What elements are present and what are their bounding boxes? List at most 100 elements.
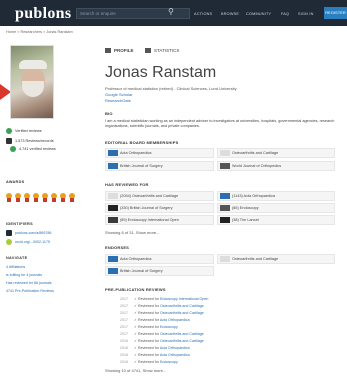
review-journal-link[interactable]: Osteoarthritis and Cartilage xyxy=(160,311,204,315)
review-journal-link[interactable]: Acta Orthopaedica xyxy=(160,318,190,322)
reviewed-heading: HAS REVIEWED FOR xyxy=(105,182,149,187)
google-scholar-link[interactable]: Google Scholar xyxy=(105,92,133,97)
journal-logo-icon xyxy=(108,256,118,262)
journal-logo-icon xyxy=(220,193,230,199)
journal-logo-icon xyxy=(220,163,230,169)
journal-logo-icon xyxy=(108,217,118,223)
nav-link-editing[interactable]: is editing for 4 journals xyxy=(6,273,42,277)
review-year: 2016 xyxy=(120,346,128,350)
prepub-heading: PRE-PUBLICATION REVIEWS xyxy=(105,287,166,292)
review-journal-link[interactable]: Acta Orthopaedica xyxy=(160,346,190,350)
reviewed-item[interactable]: (38) The Lancet xyxy=(217,215,335,225)
journal-logo-icon xyxy=(108,268,118,274)
researchgate-link[interactable]: ResearchGate xyxy=(105,98,131,103)
endorses-heading: ENDORSES xyxy=(105,245,130,250)
reviews-records: 1,573 Reviews/records xyxy=(15,139,54,143)
review-year: 2017 xyxy=(120,332,128,336)
journal-logo-icon xyxy=(108,205,118,211)
review-text: Reviewed for xyxy=(138,346,159,350)
affiliation-text: Professor of medical statistics (retired… xyxy=(105,86,237,91)
award-medal-icon xyxy=(69,193,75,202)
photo-hat xyxy=(19,60,47,69)
editorial-item[interactable]: Osteoarthritis and Cartilage xyxy=(217,148,335,158)
breadcrumb[interactable]: Home > Researchers > Jonas Ranstam xyxy=(6,30,73,34)
publons-id-icon xyxy=(6,230,12,236)
review-journal-link[interactable]: Endoscopy International Open xyxy=(160,297,208,301)
reviewed-item[interactable]: (89) Endoscopy International Open xyxy=(105,215,214,225)
journal-logo-icon xyxy=(220,256,230,262)
verified-review-count: 4,741 verified reviews xyxy=(19,147,56,151)
review-text: Reviewed for xyxy=(138,304,159,308)
statistics-tab-icon xyxy=(145,48,151,53)
review-journal-link[interactable]: Osteoarthritis and Cartilage xyxy=(160,339,204,343)
endorses-item[interactable]: Acta Orthopaedica xyxy=(105,254,214,264)
award-medal-icon xyxy=(51,193,57,202)
review-icon xyxy=(6,138,12,144)
nav-browse[interactable]: BROWSE xyxy=(221,12,239,16)
orcid-link[interactable]: orcid.org/...0002-1175 xyxy=(15,240,50,244)
prepub-review-item[interactable]: 2016 ✓ Reviewed for Endoscopy xyxy=(120,360,178,364)
review-year: 2017 xyxy=(120,304,128,308)
endorses-item[interactable]: Osteoarthritis and Cartilage xyxy=(217,254,335,264)
publons-logo[interactable]: publons xyxy=(15,5,71,23)
verified-icon xyxy=(6,128,12,134)
award-medal-icon xyxy=(42,193,48,202)
award-medal-icon xyxy=(33,193,39,202)
review-year: 2017 xyxy=(120,318,128,322)
nav-link-affiliations[interactable]: 4 Affiliations xyxy=(6,265,25,269)
nav-link-prepub[interactable]: 4741 Pre-Publication Reviews xyxy=(6,289,54,293)
nav-link-reviewed[interactable]: Has reviewed for 86 journals xyxy=(6,281,52,285)
review-year: 2017 xyxy=(120,297,128,301)
review-text: Reviewed for xyxy=(138,318,159,322)
publons-id-link[interactable]: publons.com/a/869786 xyxy=(15,231,51,235)
prepub-review-item[interactable]: 2016 ✓ Reviewed for Acta Orthopaedica xyxy=(120,346,190,350)
register-button[interactable]: REGISTER xyxy=(324,7,347,19)
editorial-heading: EDITORIAL BOARD MEMBERSHIPS xyxy=(105,140,179,145)
editorial-item[interactable]: British Journal of Surgery xyxy=(105,161,214,171)
prepub-review-item[interactable]: 2017 ✓ Reviewed for Endoscopy Internation… xyxy=(120,297,208,301)
review-text: Reviewed for xyxy=(138,339,159,343)
review-text: Reviewed for xyxy=(138,325,159,329)
review-year: 2017 xyxy=(120,311,128,315)
review-journal-link[interactable]: Osteoarthritis and Cartilage xyxy=(160,304,204,308)
verified-text: Verified reviews xyxy=(15,129,42,133)
review-text: Reviewed for xyxy=(138,332,159,336)
prepub-review-item[interactable]: 2017 ✓ Reviewed for Osteoarthritis and Ca… xyxy=(120,332,204,336)
prepub-review-item[interactable]: 2016 ✓ Reviewed for Osteoarthritis and Ca… xyxy=(120,339,204,343)
awards-heading: AWARDS xyxy=(6,180,25,184)
endorses-item[interactable]: British Journal of Surgery xyxy=(105,266,214,276)
review-year: 2016 xyxy=(120,353,128,357)
verified-review-icon xyxy=(10,146,16,152)
reviewed-show-more[interactable]: Showing 6 of 31, Show more... xyxy=(105,230,159,235)
profile-photo xyxy=(10,45,54,119)
prepub-review-item[interactable]: 2017 ✓ Reviewed for Endoscopy xyxy=(120,325,178,329)
review-journal-link[interactable]: Osteoarthritis and Cartilage xyxy=(160,332,204,336)
nav-sign-in[interactable]: SIGN IN xyxy=(298,12,314,16)
tab-profile[interactable]: PROFILE xyxy=(114,48,134,53)
reviewed-item[interactable]: (2054) Osteoarthritis and Cartilage xyxy=(105,191,214,201)
reviewed-item[interactable]: (85) Endoscopy xyxy=(217,203,335,213)
nav-faq[interactable]: FAQ xyxy=(281,12,289,16)
review-journal-link[interactable]: Acta Orthopaedica xyxy=(160,353,190,357)
award-medal-icon xyxy=(15,193,21,202)
prepub-review-item[interactable]: 2017 ✓ Reviewed for Osteoarthritis and Ca… xyxy=(120,311,204,315)
reviewed-item[interactable]: (1143) Acta Orthopaedica xyxy=(217,191,335,201)
top-navigation-bar: publons Search or enquire ⚲ ACTIONS BROW… xyxy=(0,0,347,26)
prepub-show-more[interactable]: Showing 10 of 4741, Show more... xyxy=(105,368,166,373)
review-journal-link[interactable]: Endoscopy xyxy=(160,360,178,364)
researcher-name: Jonas Ranstam xyxy=(105,64,217,81)
journal-logo-icon xyxy=(220,150,230,156)
bio-text: I am a medical statistician working as a… xyxy=(105,119,335,128)
reviewed-item[interactable]: (330) British Journal of Surgery xyxy=(105,203,214,213)
tab-statistics[interactable]: STATISTICS xyxy=(154,48,179,53)
editorial-item[interactable]: World Journal of Orthopedics xyxy=(217,161,335,171)
nav-actions[interactable]: ACTIONS xyxy=(194,12,212,16)
editorial-item[interactable]: Acta Orthopaedica xyxy=(105,148,214,158)
prepub-review-item[interactable]: 2017 ✓ Reviewed for Acta Orthopaedica xyxy=(120,318,190,322)
nav-community[interactable]: COMMUNITY xyxy=(246,12,271,16)
journal-logo-icon xyxy=(220,205,230,211)
search-icon[interactable]: ⚲ xyxy=(168,7,174,17)
prepub-review-item[interactable]: 2017 ✓ Reviewed for Osteoarthritis and Ca… xyxy=(120,304,204,308)
prepub-review-item[interactable]: 2016 ✓ Reviewed for Acta Orthopaedica xyxy=(120,353,190,357)
review-journal-link[interactable]: Endoscopy xyxy=(160,325,178,329)
